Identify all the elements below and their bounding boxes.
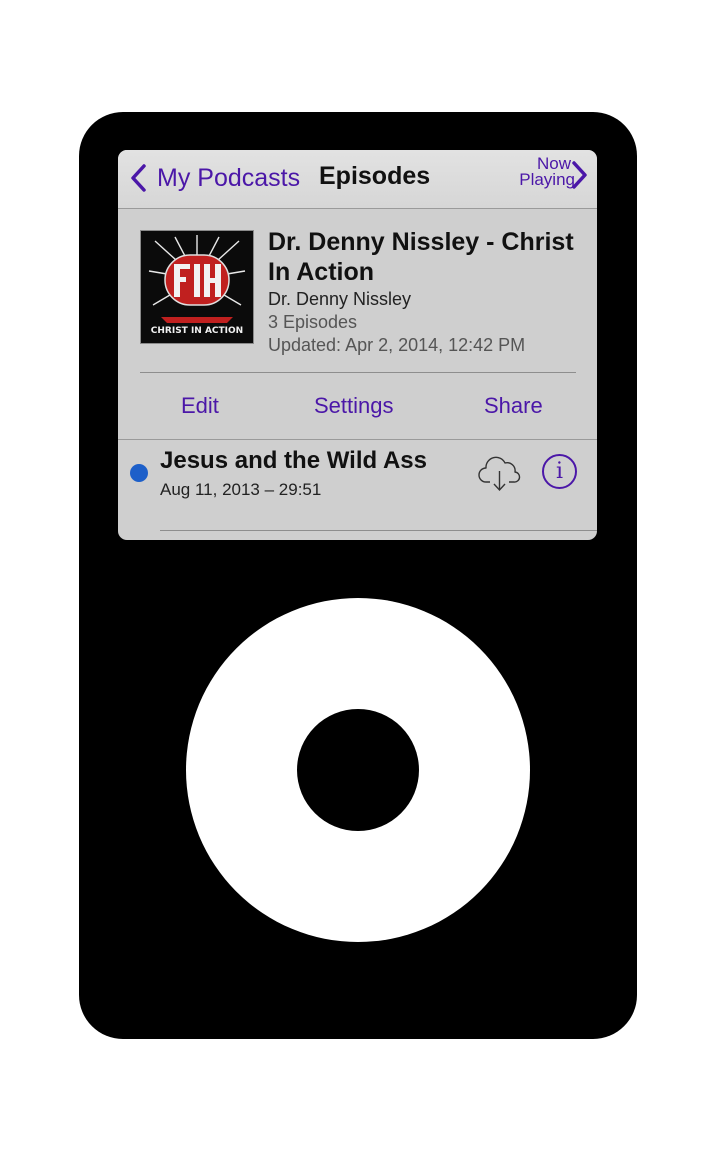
podcast-author: Dr. Denny Nissley <box>268 289 412 309</box>
info-icon[interactable]: i <box>542 454 577 489</box>
chevron-left-icon <box>131 164 146 192</box>
chevron-right-icon <box>572 161 587 189</box>
cloud-download-icon <box>478 456 521 492</box>
header-divider <box>140 372 576 373</box>
podcast-header: CHRIST IN ACTION Dr. Denny Nissley - Chr… <box>118 209 597 437</box>
artwork-text: CHRIST IN ACTION <box>151 326 243 336</box>
screen: My Podcasts Episodes Now Playing CHRIST … <box>118 150 597 540</box>
christ-in-action-logo: CHRIST IN ACTION <box>141 231 253 343</box>
podcast-title: Dr. Denny Nissley - Christ In Action <box>268 228 574 286</box>
download-button[interactable] <box>478 452 522 497</box>
episode-count: 3 Episodes <box>268 312 358 332</box>
episode-meta: Aug 11, 2013 – 29:51 <box>160 480 322 499</box>
podcast-artwork[interactable]: CHRIST IN ACTION <box>140 230 254 344</box>
now-playing-line2: Playing <box>519 170 575 189</box>
episode-title: Jesus and the Wild Ass <box>160 447 427 474</box>
back-button[interactable]: My Podcasts <box>128 160 300 196</box>
edit-button[interactable]: Edit <box>181 393 219 419</box>
list-item[interactable]: Jesus and the Wild Ass Aug 11, 2013 – 29… <box>118 439 597 540</box>
unplayed-dot-icon <box>130 464 148 482</box>
center-button[interactable] <box>297 709 419 831</box>
back-label: My Podcasts <box>157 163 301 192</box>
now-playing-chevron[interactable] <box>571 160 589 195</box>
now-playing-button[interactable]: Now Playing <box>519 155 575 189</box>
episode-divider <box>160 530 597 531</box>
navigation-bar: My Podcasts Episodes Now Playing <box>118 150 597 209</box>
updated-timestamp: Updated: Apr 2, 2014, 12:42 PM <box>268 335 526 355</box>
settings-button[interactable]: Settings <box>314 393 394 419</box>
page-title: Episodes <box>319 162 431 190</box>
share-button[interactable]: Share <box>484 393 543 419</box>
